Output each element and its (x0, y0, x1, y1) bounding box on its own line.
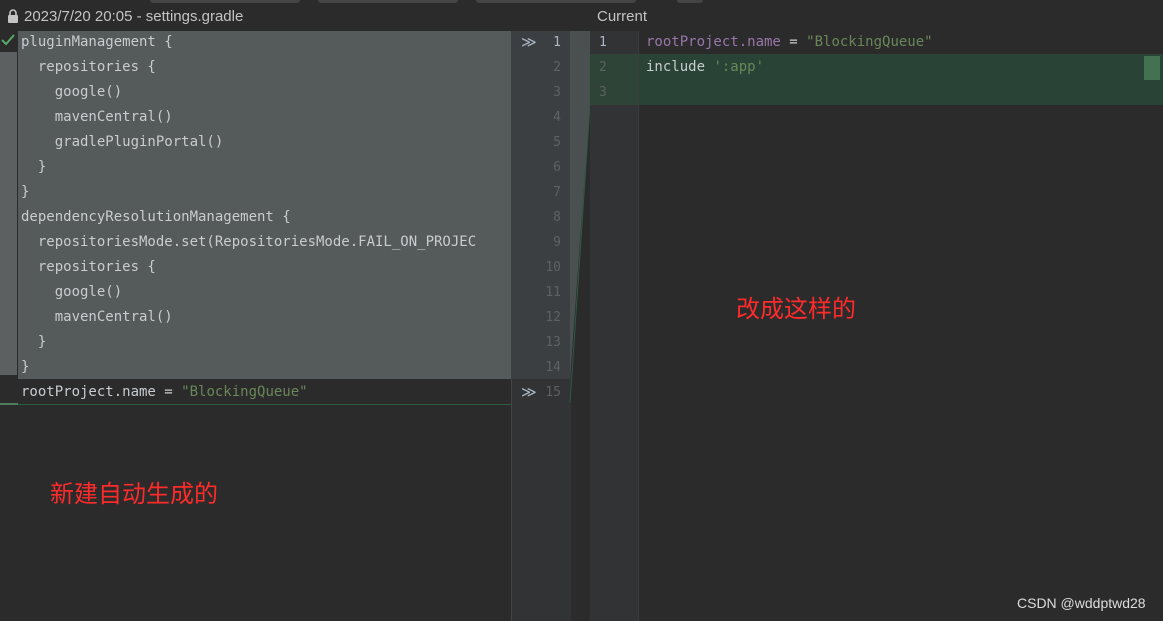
line-number: 6 (553, 160, 561, 175)
line-number: 3 (553, 85, 561, 100)
toolbar-tab-fragment[interactable] (677, 0, 703, 3)
line-number: 9 (553, 235, 561, 250)
apply-change-chevron-icon[interactable]: ≫ (521, 380, 537, 405)
left-pane-title: 2023/7/20 20:05 - settings.gradle (24, 8, 244, 25)
code-line[interactable]: } (21, 155, 46, 180)
line-number: 14 (545, 360, 561, 375)
code-line[interactable]: repositoriesMode.set(RepositoriesMode.FA… (21, 230, 476, 255)
keyword-token: include (646, 59, 714, 75)
string-literal: "BlockingQueue" (806, 34, 933, 50)
line-number: 13 (545, 335, 561, 350)
string-literal: ':app' (713, 59, 765, 75)
line-number: 10 (545, 260, 561, 275)
code-line[interactable]: google() (21, 280, 122, 305)
annotation-right-note: 改成这样的 (736, 295, 856, 323)
line-number: 3 (599, 85, 607, 100)
code-line[interactable]: repositories { (21, 255, 156, 280)
code-line-root-project[interactable]: rootProject.name = "BlockingQueue" (21, 380, 308, 405)
toolbar-tab-fragment[interactable] (318, 0, 458, 3)
code-text: = (780, 34, 807, 50)
check-icon (1, 34, 15, 46)
code-line[interactable]: dependencyResolutionManagement { (21, 205, 291, 230)
lock-icon (8, 9, 18, 23)
code-line[interactable]: } (21, 355, 29, 380)
code-line[interactable]: google() (21, 80, 122, 105)
line-number: 15 (545, 385, 561, 400)
right-editor[interactable] (639, 31, 1163, 621)
right-gutter (590, 31, 639, 621)
line-number: 1 (599, 35, 607, 50)
diff-connector-line (18, 404, 570, 405)
apply-change-chevron-icon[interactable]: ≫ (521, 30, 537, 55)
watermark: CSDN @wddptwd28 (1017, 595, 1146, 611)
code-line[interactable]: rootProject.name = "BlockingQueue" (646, 30, 933, 55)
code-line[interactable]: gradlePluginPortal() (21, 130, 224, 155)
code-line[interactable]: pluginManagement { (21, 30, 173, 55)
property-token: rootProject.name (646, 34, 781, 50)
line-number: 8 (553, 210, 561, 225)
line-number: 2 (599, 60, 607, 75)
line-number: 11 (545, 285, 561, 300)
line-number: 4 (553, 110, 561, 125)
code-line[interactable]: include ':app' (646, 55, 764, 80)
code-line[interactable]: } (21, 180, 29, 205)
line-number: 5 (553, 135, 561, 150)
toolbar-tab-fragment[interactable] (476, 0, 636, 3)
scrollbar-change-marker[interactable] (1144, 56, 1160, 80)
code-line[interactable]: mavenCentral() (21, 305, 173, 330)
annotation-left-note: 新建自动生成的 (50, 480, 218, 508)
toolbar-tab-fragment[interactable] (150, 0, 300, 3)
code-line[interactable]: } (21, 330, 46, 355)
left-scroll-stripe[interactable] (0, 52, 17, 375)
right-pane-title: Current (597, 8, 648, 25)
code-text: rootProject.name = (21, 384, 182, 400)
string-literal: "BlockingQueue" (181, 384, 308, 400)
caret-line-marker (0, 403, 18, 405)
code-line[interactable]: mavenCentral() (21, 105, 173, 130)
line-number: 12 (545, 310, 561, 325)
added-lines-gutter-highlight (590, 54, 638, 105)
line-number: 1 (553, 35, 561, 50)
line-number: 7 (553, 185, 561, 200)
code-line[interactable]: repositories { (21, 55, 156, 80)
line-number: 2 (553, 60, 561, 75)
